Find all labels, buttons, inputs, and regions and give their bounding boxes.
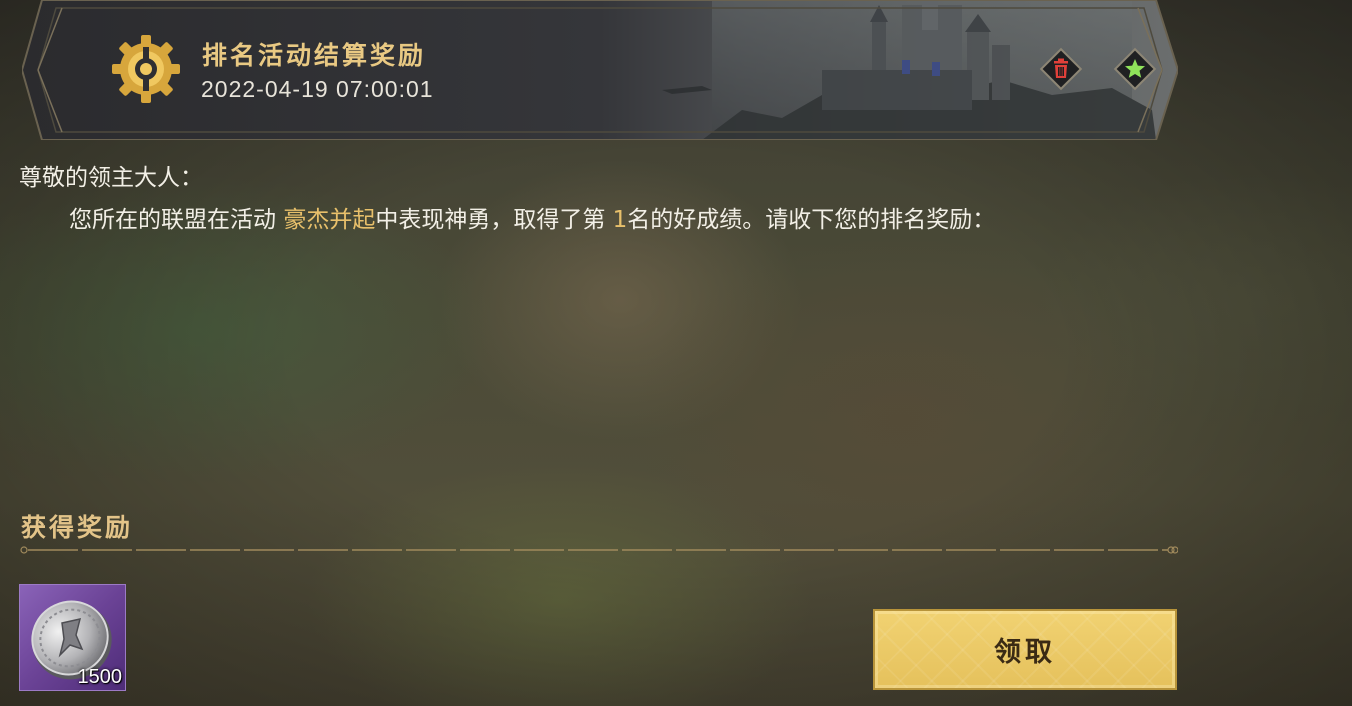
- mail-title: 排名活动结算奖励: [202, 41, 427, 70]
- favorite-button[interactable]: [1112, 46, 1158, 92]
- delete-button[interactable]: [1038, 46, 1084, 92]
- event-name: 豪杰并起: [283, 207, 376, 233]
- claim-button-label: 领取: [994, 637, 1056, 668]
- claim-button[interactable]: 领取: [873, 609, 1177, 690]
- rewards-title: 获得奖励: [21, 513, 134, 542]
- rank-value: 1: [612, 207, 628, 233]
- section-divider: [20, 546, 1178, 554]
- gear-icon: [112, 35, 180, 103]
- message-text: 中表现神勇，取得了第: [375, 207, 613, 233]
- header-banner: [22, 0, 1178, 140]
- star-icon: [1113, 47, 1157, 91]
- message-text: 您所在的联盟在活动: [69, 207, 284, 233]
- reward-item[interactable]: 1500: [19, 584, 126, 691]
- trash-icon: [1039, 47, 1083, 91]
- mail-greeting: 尊敬的领主大人：: [19, 165, 203, 191]
- message-text: 名的好成绩。请收下您的排名奖励：: [627, 207, 996, 233]
- mail-timestamp: 2022-04-19 07:00:01: [201, 76, 434, 102]
- reward-count: 1500: [77, 666, 123, 688]
- mail-header: 排名活动结算奖励 2022-04-19 07:00:01: [22, 0, 1178, 140]
- mail-message: 您所在的联盟在活动 豪杰并起中表现神勇，取得了第 1名的好成绩。请收下您的排名奖…: [69, 200, 995, 234]
